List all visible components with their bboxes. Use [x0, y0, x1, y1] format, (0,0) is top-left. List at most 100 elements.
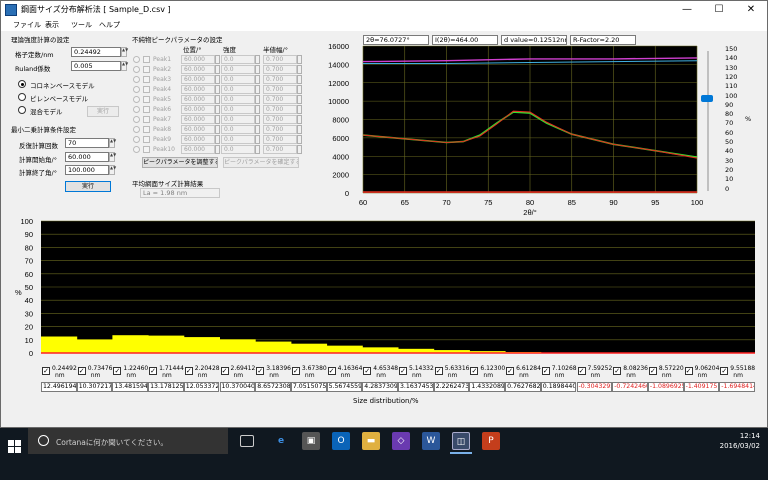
- start-angle-input[interactable]: 60.000: [65, 152, 109, 162]
- ruland-spinner[interactable]: ▲▼: [121, 61, 128, 71]
- lattice-input[interactable]: 0.24492: [71, 47, 121, 57]
- peak-fwhm-input[interactable]: 0.700: [263, 65, 297, 74]
- peak-intensity-input[interactable]: 0.0: [221, 85, 255, 94]
- peak-checkbox[interactable]: [143, 116, 150, 123]
- iter-spinner[interactable]: ▲▼: [109, 138, 116, 148]
- peak-position-spinner[interactable]: [215, 145, 220, 154]
- iter-input[interactable]: 70: [65, 138, 109, 148]
- model-radio-coronene[interactable]: [18, 80, 26, 88]
- peak-position-spinner[interactable]: [215, 115, 220, 124]
- word-icon[interactable]: W: [422, 432, 440, 450]
- peak-intensity-input[interactable]: 0.0: [221, 125, 255, 134]
- app-taskbar-icon[interactable]: ◫: [452, 432, 470, 450]
- peak-intensity-input[interactable]: 0.0: [221, 75, 255, 84]
- peak-position-input[interactable]: 60.000: [181, 95, 215, 104]
- store-icon[interactable]: ▣: [302, 432, 320, 450]
- size-bin-checkbox[interactable]: ✓: [256, 367, 265, 375]
- peak-intensity-spinner[interactable]: [255, 75, 260, 84]
- peak-intensity-spinner[interactable]: [255, 115, 260, 124]
- end-angle-spinner[interactable]: ▲▼: [109, 165, 116, 175]
- peak-position-input[interactable]: 60.000: [181, 145, 215, 154]
- peak-radio[interactable]: [133, 126, 140, 133]
- peak-intensity-input[interactable]: 0.0: [221, 135, 255, 144]
- peak-intensity-input[interactable]: 0.0: [221, 95, 255, 104]
- task-view-icon[interactable]: [240, 435, 254, 447]
- size-bin-checkbox[interactable]: ✓: [42, 367, 50, 375]
- peak-position-spinner[interactable]: [215, 125, 220, 134]
- peak-position-spinner[interactable]: [215, 95, 220, 104]
- size-bin-checkbox[interactable]: ✓: [506, 367, 515, 375]
- size-bin-checkbox[interactable]: ✓: [720, 367, 729, 375]
- cortana-search[interactable]: Cortanaに何か聞いてください。: [28, 428, 228, 454]
- outlook-icon[interactable]: O: [332, 432, 350, 450]
- minimize-button[interactable]: —: [671, 1, 703, 19]
- size-bin-checkbox[interactable]: ✓: [363, 367, 372, 375]
- peak-fwhm-input[interactable]: 0.700: [263, 115, 297, 124]
- size-bin-checkbox[interactable]: ✓: [399, 367, 407, 375]
- size-bin-checkbox[interactable]: ✓: [684, 367, 693, 375]
- peak-intensity-spinner[interactable]: [255, 65, 260, 74]
- peak-position-spinner[interactable]: [215, 105, 220, 114]
- peak-intensity-spinner[interactable]: [255, 85, 260, 94]
- size-bin-checkbox[interactable]: ✓: [470, 367, 479, 375]
- peak-fwhm-input[interactable]: 0.700: [263, 145, 297, 154]
- size-bin-checkbox[interactable]: ✓: [220, 367, 229, 375]
- size-bin-checkbox[interactable]: ✓: [77, 367, 86, 375]
- peak-intensity-input[interactable]: 0.0: [221, 145, 255, 154]
- maximize-button[interactable]: ☐: [703, 1, 735, 19]
- peak-fwhm-input[interactable]: 0.700: [263, 95, 297, 104]
- peak-intensity-spinner[interactable]: [255, 135, 260, 144]
- lattice-spinner[interactable]: ▲▼: [121, 47, 128, 57]
- powerpoint-icon[interactable]: P: [482, 432, 500, 450]
- peak-radio[interactable]: [133, 96, 140, 103]
- peak-fwhm-input[interactable]: 0.700: [263, 85, 297, 94]
- peak-fwhm-spinner[interactable]: [297, 55, 302, 64]
- peak-fwhm-spinner[interactable]: [297, 105, 302, 114]
- size-bin-checkbox[interactable]: ✓: [113, 367, 122, 375]
- peak-radio[interactable]: [133, 66, 140, 73]
- peak-radio[interactable]: [133, 86, 140, 93]
- peak-fwhm-spinner[interactable]: [297, 115, 302, 124]
- peak-checkbox[interactable]: [143, 56, 150, 63]
- scale-slider-track[interactable]: [707, 51, 709, 191]
- peak-fwhm-input[interactable]: 0.700: [263, 75, 297, 84]
- peak-radio[interactable]: [133, 146, 140, 153]
- peak-intensity-input[interactable]: 0.0: [221, 55, 255, 64]
- peak-fwhm-input[interactable]: 0.700: [263, 135, 297, 144]
- lsq-run-button[interactable]: 実行: [65, 181, 111, 192]
- peak-intensity-spinner[interactable]: [255, 125, 260, 134]
- peak-position-spinner[interactable]: [215, 135, 220, 144]
- peak-checkbox[interactable]: [143, 136, 150, 143]
- peak-checkbox[interactable]: [143, 126, 150, 133]
- close-button[interactable]: ✕: [735, 1, 767, 19]
- ruland-input[interactable]: 0.005: [71, 61, 121, 71]
- size-bin-checkbox[interactable]: ✓: [149, 367, 158, 375]
- peak-position-input[interactable]: 60.000: [181, 55, 215, 64]
- system-clock[interactable]: 12:14 2016/03/02: [720, 431, 760, 451]
- peak-fwhm-spinner[interactable]: [297, 85, 302, 94]
- start-button[interactable]: [8, 440, 22, 454]
- peak-position-input[interactable]: 60.000: [181, 115, 215, 124]
- peak-fwhm-spinner[interactable]: [297, 95, 302, 104]
- peak-checkbox[interactable]: [143, 66, 150, 73]
- peak-intensity-input[interactable]: 0.0: [221, 65, 255, 74]
- peak-fwhm-spinner[interactable]: [297, 65, 302, 74]
- peak-position-input[interactable]: 60.000: [181, 65, 215, 74]
- peak-fwhm-input[interactable]: 0.700: [263, 55, 297, 64]
- model-radio-mixed[interactable]: [18, 106, 26, 114]
- peak-position-input[interactable]: 60.000: [181, 105, 215, 114]
- peak-fwhm-spinner[interactable]: [297, 135, 302, 144]
- peak-checkbox[interactable]: [143, 146, 150, 153]
- peak-fwhm-spinner[interactable]: [297, 145, 302, 154]
- peak-fwhm-spinner[interactable]: [297, 75, 302, 84]
- size-bin-checkbox[interactable]: ✓: [541, 367, 550, 375]
- peak-checkbox[interactable]: [143, 96, 150, 103]
- menu-view[interactable]: 表示: [45, 20, 59, 30]
- peak-position-input[interactable]: 60.000: [181, 125, 215, 134]
- peak-position-spinner[interactable]: [215, 85, 220, 94]
- diffraction-chart[interactable]: 60 65 70 75 80 85 90 95 100 16000 14000 12000 10000 8…: [323, 41, 713, 221]
- size-bin-checkbox[interactable]: ✓: [291, 367, 300, 375]
- peak-checkbox[interactable]: [143, 76, 150, 83]
- peak-radio[interactable]: [133, 116, 140, 123]
- start-angle-spinner[interactable]: ▲▼: [109, 152, 116, 162]
